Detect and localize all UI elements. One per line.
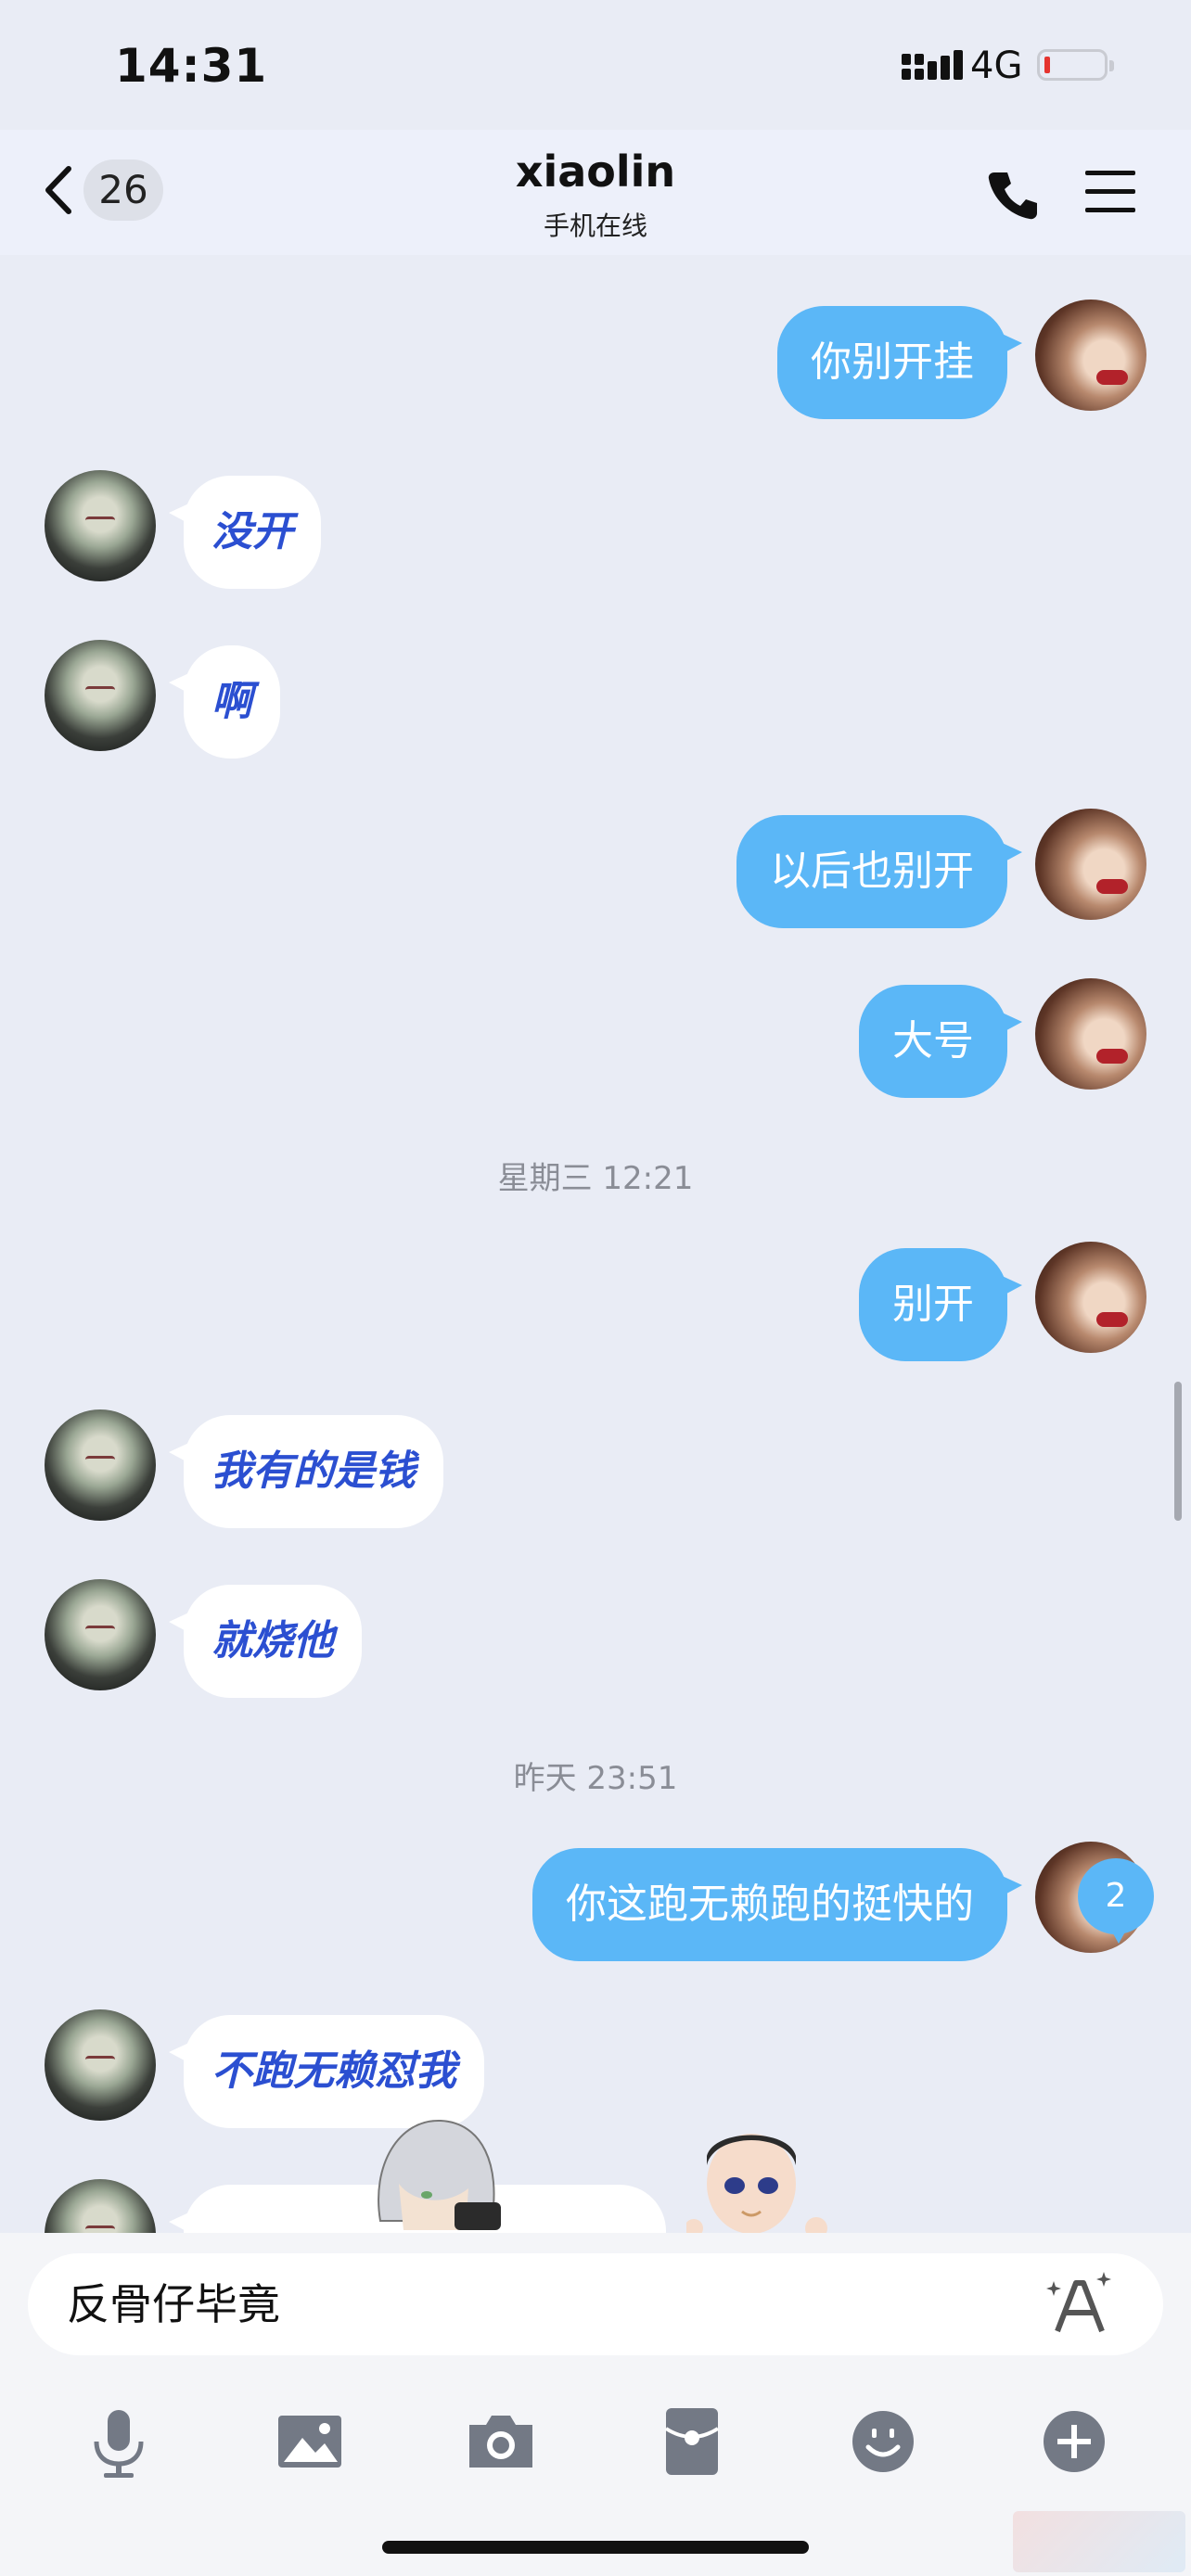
- status-time: 14:31: [115, 39, 268, 93]
- incoming-message[interactable]: 啊: [169, 645, 280, 759]
- font-style-icon[interactable]: [1044, 2270, 1115, 2340]
- message-input-text[interactable]: 反骨仔毕竟: [67, 2253, 280, 2355]
- camera-icon[interactable]: [464, 2404, 538, 2479]
- image-icon[interactable]: [273, 2404, 347, 2479]
- network-type: 4G: [970, 45, 1023, 87]
- contact-avatar[interactable]: [45, 1579, 156, 1690]
- emoji-icon[interactable]: [846, 2404, 920, 2479]
- contact-avatar[interactable]: [45, 470, 156, 581]
- microphone-icon[interactable]: [82, 2404, 156, 2479]
- menu-icon[interactable]: [1083, 167, 1137, 215]
- outgoing-message[interactable]: 大号: [859, 985, 1022, 1098]
- message-list[interactable]: 你别开挂 没开 啊 以后也别开 大号 星期三 12:21 别开 我有的是钱 就烧…: [0, 255, 1191, 2233]
- timestamp: 昨天 23:51: [513, 1760, 678, 1797]
- outgoing-message[interactable]: 你别开挂: [777, 306, 1022, 419]
- status-bar: 14:31 4G: [0, 0, 1191, 130]
- timestamp: 星期三 12:21: [497, 1160, 694, 1197]
- doll-sticker: [686, 2134, 827, 2233]
- self-avatar[interactable]: [1035, 809, 1146, 920]
- home-indicator[interactable]: [382, 2541, 809, 2554]
- incoming-message[interactable]: 我有的是钱: [169, 1415, 443, 1528]
- red-packet-icon[interactable]: [655, 2404, 729, 2479]
- message-input[interactable]: 反骨仔毕竟: [28, 2253, 1163, 2355]
- self-avatar[interactable]: [1035, 300, 1146, 411]
- self-avatar[interactable]: [1035, 1242, 1146, 1353]
- scroll-indicator[interactable]: [1174, 1382, 1182, 1521]
- plus-icon[interactable]: [1037, 2404, 1111, 2479]
- contact-avatar[interactable]: [45, 640, 156, 751]
- outgoing-message[interactable]: 别开: [859, 1248, 1022, 1361]
- contact-avatar[interactable]: [45, 2009, 156, 2121]
- character-sticker: [378, 2119, 501, 2230]
- outgoing-message[interactable]: 你这跑无赖跑的挺快的: [532, 1848, 1022, 1961]
- input-toolbar: [0, 2404, 1191, 2479]
- contact-avatar[interactable]: [45, 1409, 156, 1521]
- incoming-message[interactable]: 没开: [169, 476, 321, 589]
- phone-icon[interactable]: [985, 167, 1041, 223]
- watermark-logo: [1013, 2511, 1185, 2572]
- outgoing-message[interactable]: 以后也别开: [736, 815, 1022, 928]
- self-avatar[interactable]: [1035, 978, 1146, 1090]
- battery-icon: [1037, 49, 1114, 81]
- chat-header: 26 xiaolin 手机在线: [0, 130, 1191, 255]
- incoming-message[interactable]: 就烧他: [169, 1585, 362, 1698]
- new-messages-badge[interactable]: 2: [1078, 1858, 1154, 1944]
- contact-avatar[interactable]: [45, 2179, 156, 2233]
